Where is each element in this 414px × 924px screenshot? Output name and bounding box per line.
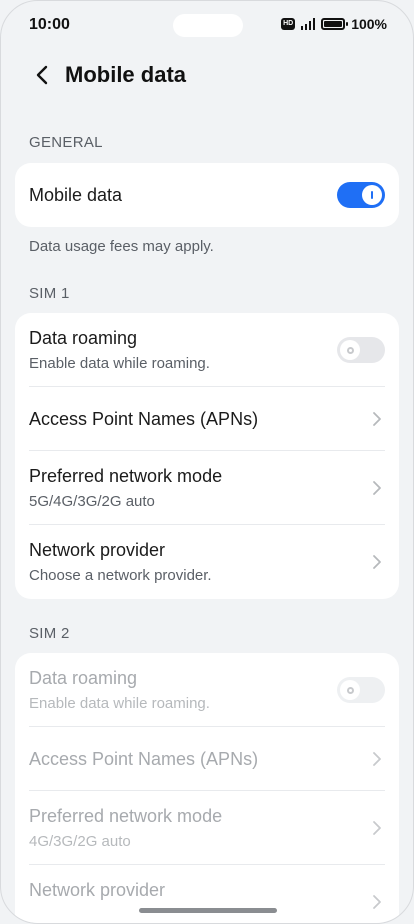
sim1-apn-label: Access Point Names (APNs) [29, 409, 259, 429]
sim2-network-mode-label: Preferred network mode [29, 806, 223, 826]
section-label-sim1: SIM 1 [29, 285, 70, 302]
chevron-right-icon [373, 412, 381, 426]
hd-icon: HD [281, 18, 296, 30]
mobile-data-row[interactable]: Mobile data [15, 163, 399, 227]
header: Mobile data [1, 57, 413, 97]
sim1-apn-row[interactable]: Access Point Names (APNs) [15, 387, 399, 451]
status-icons: HD 100% [281, 16, 387, 32]
screen: 10:00 HD 100% Mobile data GENERAL Mobile… [0, 0, 414, 924]
status-time: 10:00 [29, 16, 70, 33]
battery-percent: 100% [351, 16, 387, 32]
page-title: Mobile data [65, 62, 187, 87]
chevron-right-icon [373, 481, 381, 495]
status-bar: 10:00 HD 100% [1, 1, 413, 49]
sim1-data-roaming-subtitle: Enable data while roaming. [29, 355, 210, 372]
mobile-data-label: Mobile data [29, 185, 123, 205]
sim1-card: Data roaming Enable data while roaming. … [15, 313, 399, 599]
sim1-network-provider-subtitle: Choose a network provider. [29, 567, 212, 584]
sim1-network-mode-row[interactable]: Preferred network mode 5G/4G/3G/2G auto [15, 451, 399, 525]
sim1-network-provider-label: Network provider [29, 540, 166, 560]
general-card: Mobile data [15, 163, 399, 227]
sim2-data-roaming-toggle[interactable] [337, 677, 385, 703]
sim2-data-roaming-subtitle: Enable data while roaming. [29, 695, 210, 712]
chevron-right-icon [373, 752, 381, 766]
sim2-data-roaming-row[interactable]: Data roaming Enable data while roaming. [15, 653, 399, 727]
section-label-sim2: SIM 2 [29, 625, 70, 642]
back-arrow-icon[interactable] [31, 63, 55, 87]
sim2-data-roaming-label: Data roaming [29, 668, 138, 688]
sim2-apn-row[interactable]: Access Point Names (APNs) [15, 727, 399, 791]
sim1-network-mode-label: Preferred network mode [29, 466, 223, 486]
sim1-network-provider-row[interactable]: Network provider Choose a network provid… [15, 525, 399, 599]
section-label-general: GENERAL [29, 134, 103, 151]
chevron-right-icon [373, 555, 381, 569]
mobile-data-toggle[interactable] [337, 182, 385, 208]
sim2-network-provider-row[interactable]: Network provider [15, 865, 399, 923]
sim1-data-roaming-toggle[interactable] [337, 337, 385, 363]
fees-note: Data usage fees may apply. [29, 238, 214, 255]
camera-cutout [173, 14, 243, 37]
battery-icon [321, 18, 349, 30]
sim2-network-provider-label: Network provider [29, 880, 166, 900]
sim2-network-mode-row[interactable]: Preferred network mode 4G/3G/2G auto [15, 791, 399, 865]
sim1-data-roaming-label: Data roaming [29, 328, 138, 348]
chevron-right-icon [373, 895, 381, 909]
sim2-card: Data roaming Enable data while roaming. … [15, 653, 399, 923]
sim1-data-roaming-row[interactable]: Data roaming Enable data while roaming. [15, 313, 399, 387]
sim2-apn-label: Access Point Names (APNs) [29, 749, 259, 769]
chevron-right-icon [373, 821, 381, 835]
home-indicator[interactable] [139, 908, 277, 913]
signal-icon [301, 18, 316, 30]
sim2-network-mode-value: 4G/3G/2G auto [29, 833, 131, 850]
sim1-network-mode-value: 5G/4G/3G/2G auto [29, 493, 155, 510]
